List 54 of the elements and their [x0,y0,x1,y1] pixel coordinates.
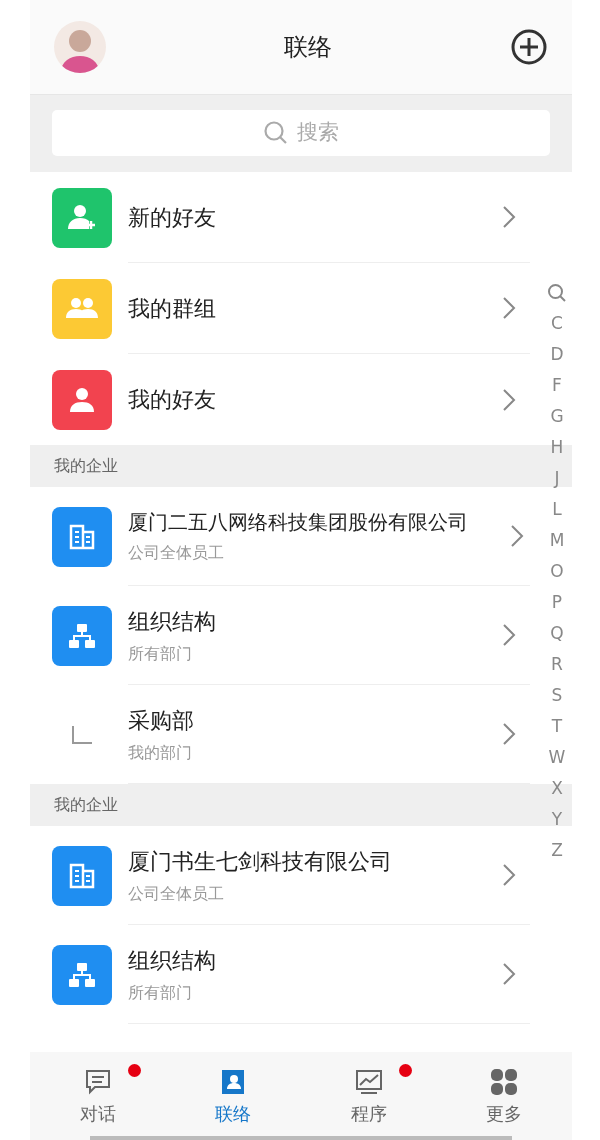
search-placeholder: 搜索 [297,119,339,147]
avatar [54,21,106,73]
grid-icon [490,1068,519,1096]
index-letter[interactable]: R [545,649,569,680]
index-letter[interactable]: Z [545,835,569,866]
chevron-icon [502,387,516,412]
organization-item[interactable]: 组织结构 所有部门 [30,925,530,1024]
organization-item[interactable]: 厦门二五八网络科技集团股份有限公司 公司全体员工 [30,487,530,586]
item-subtitle: 所有部门 [128,642,193,665]
chevron-icon [502,722,516,746]
index-letter[interactable]: L [545,494,569,525]
menu-item[interactable]: 新的好友 [30,172,530,263]
corner-icon [71,724,93,745]
index-letter[interactable]: J [545,463,569,494]
chart-icon [354,1068,383,1096]
item-title: 组织结构 [128,607,217,636]
index-letter[interactable]: O [545,556,569,587]
item-title: 厦门二五八网络科技集团股份有限公司 [128,509,469,536]
item-subtitle: 所有部门 [128,981,193,1004]
index-letter[interactable]: F [545,370,569,401]
index-letter[interactable]: C [545,308,569,339]
index-letter[interactable]: Q [545,618,569,649]
chevron-icon [510,524,524,548]
organization-item[interactable]: 厦门书生七剑科技有限公司 公司全体员工 [30,826,530,925]
search-icon[interactable] [547,283,567,303]
organization-item[interactable]: 组织结构 所有部门 [30,586,530,685]
search-icon [263,120,289,146]
chat-icon [83,1068,112,1096]
chevron-icon [502,962,516,986]
chevron-icon [502,296,516,320]
add-button[interactable] [510,28,548,66]
chevron-icon [502,623,516,647]
index-letter[interactable]: Y [545,804,569,835]
item-title: 厦门书生七剑科技有限公司 [128,847,393,876]
item-subtitle: 公司全体员工 [128,882,225,905]
index-letter[interactable]: W [545,742,569,773]
index-letter[interactable]: P [545,587,569,618]
item-title: 组织结构 [128,946,217,975]
item-title: 采购部 [128,706,195,735]
index-letter[interactable]: T [545,711,569,742]
item-subtitle: 我的部门 [128,741,193,764]
index-letter[interactable]: G [545,401,569,432]
page-title: 联络 [284,32,332,63]
search-field[interactable]: 搜索 [52,110,550,156]
index-letter[interactable]: X [545,773,569,804]
menu-item[interactable]: 我的好友 [30,354,530,445]
chevron-icon [502,205,516,229]
chevron-icon [502,863,516,887]
index-letter[interactable]: M [545,525,569,556]
index-letter[interactable]: S [545,680,569,711]
index-letter[interactable]: D [545,339,569,370]
menu-item[interactable]: 我的群组 [30,263,530,354]
item-subtitle: 公司全体员工 [128,542,225,564]
index-letter[interactable]: H [545,432,569,463]
